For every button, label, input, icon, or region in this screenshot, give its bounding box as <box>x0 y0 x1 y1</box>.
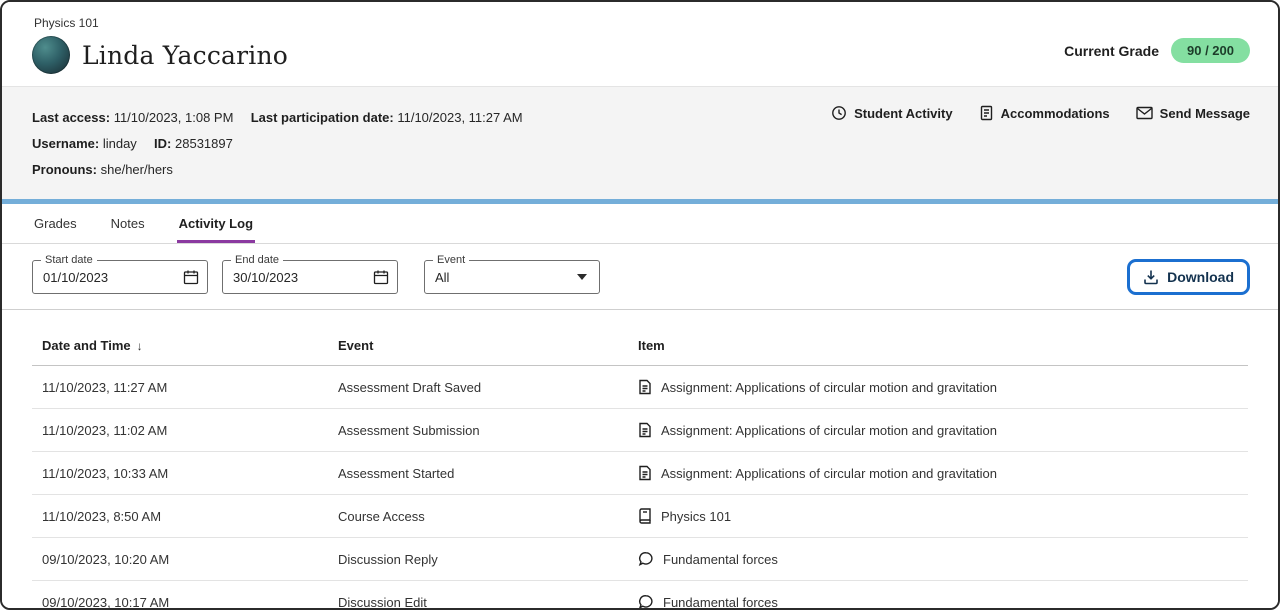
last-participation-value: 11/10/2023, 11:27 AM <box>397 110 522 125</box>
tab-notes[interactable]: Notes <box>109 204 147 243</box>
sort-descending-icon: ↓ <box>137 339 143 353</box>
calendar-icon[interactable] <box>183 269 199 285</box>
tab-grades[interactable]: Grades <box>32 204 79 243</box>
assignment-icon <box>638 422 652 438</box>
row-date: 09/10/2023, 10:17 AM <box>32 581 328 610</box>
event-filter-select[interactable]: Event All <box>424 260 600 294</box>
id-label: ID: <box>154 136 171 151</box>
table-row: 11/10/2023, 8:50 AM Course Access Physic… <box>32 495 1248 538</box>
end-date-input[interactable] <box>233 270 367 285</box>
last-participation-label: Last participation date: <box>251 110 394 125</box>
row-item: Assignment: Applications of circular mot… <box>661 380 997 395</box>
tab-bar: Grades Notes Activity Log <box>2 204 1278 244</box>
calendar-icon[interactable] <box>373 269 389 285</box>
table-row: 11/10/2023, 10:33 AM Assessment Started … <box>32 452 1248 495</box>
clock-history-icon <box>831 105 847 121</box>
row-event: Assessment Submission <box>328 409 628 452</box>
table-row: 09/10/2023, 10:17 AM Discussion Edit Fun… <box>32 581 1248 610</box>
envelope-icon <box>1136 106 1153 120</box>
row-date: 11/10/2023, 10:33 AM <box>32 452 328 495</box>
event-filter-value: All <box>435 270 449 285</box>
download-label: Download <box>1167 269 1234 285</box>
last-access-label: Last access: <box>32 110 110 125</box>
row-event: Assessment Started <box>328 452 628 495</box>
start-date-field[interactable]: Start date <box>32 260 208 294</box>
end-date-field[interactable]: End date <box>222 260 398 294</box>
table-header-row: Date and Time↓ Event Item <box>32 328 1248 366</box>
info-line-pronouns: Pronouns: she/her/hers <box>32 157 1248 183</box>
column-header-event: Event <box>328 328 628 366</box>
accommodations-label: Accommodations <box>1001 106 1110 121</box>
pronouns-value: she/her/hers <box>101 162 173 177</box>
column-header-date[interactable]: Date and Time↓ <box>32 328 328 366</box>
activity-log-table: Date and Time↓ Event Item 11/10/2023, 11… <box>2 310 1278 610</box>
discussion-icon <box>638 594 654 610</box>
app-window: Physics 101 Linda Yaccarino Current Grad… <box>0 0 1280 610</box>
row-item: Fundamental forces <box>663 552 778 567</box>
row-date: 11/10/2023, 11:27 AM <box>32 366 328 409</box>
book-icon <box>638 508 652 524</box>
table-row: 11/10/2023, 11:27 AM Assessment Draft Sa… <box>32 366 1248 409</box>
row-item: Fundamental forces <box>663 595 778 610</box>
discussion-icon <box>638 551 654 567</box>
table-row: 09/10/2023, 10:20 AM Discussion Reply Fu… <box>32 538 1248 581</box>
start-date-label: Start date <box>41 254 97 266</box>
start-date-input[interactable] <box>43 270 177 285</box>
row-date: 09/10/2023, 10:20 AM <box>32 538 328 581</box>
row-event: Discussion Reply <box>328 538 628 581</box>
chevron-down-icon <box>577 274 587 280</box>
accommodations-document-icon <box>979 105 994 121</box>
username-value: linday <box>103 136 137 151</box>
id-value: 28531897 <box>175 136 233 151</box>
row-item: Assignment: Applications of circular mot… <box>661 423 997 438</box>
table-row: 11/10/2023, 11:02 AM Assessment Submissi… <box>32 409 1248 452</box>
row-item: Assignment: Applications of circular mot… <box>661 466 997 481</box>
event-filter-label: Event <box>433 254 469 266</box>
filter-bar: Start date End date Event All <box>2 244 1278 310</box>
tab-activity-log[interactable]: Activity Log <box>177 204 255 243</box>
student-header: Physics 101 Linda Yaccarino Current Grad… <box>2 2 1278 86</box>
row-event: Discussion Edit <box>328 581 628 610</box>
row-date: 11/10/2023, 11:02 AM <box>32 409 328 452</box>
row-date: 11/10/2023, 8:50 AM <box>32 495 328 538</box>
assignment-icon <box>638 379 652 395</box>
pronouns-label: Pronouns: <box>32 162 97 177</box>
column-header-item: Item <box>628 328 1248 366</box>
accommodations-button[interactable]: Accommodations <box>979 105 1110 121</box>
end-date-label: End date <box>231 254 283 266</box>
row-item: Physics 101 <box>661 509 731 524</box>
course-name: Physics 101 <box>34 16 1248 30</box>
download-icon <box>1143 269 1159 285</box>
row-event: Course Access <box>328 495 628 538</box>
assignment-icon <box>638 465 652 481</box>
page-title: Linda Yaccarino <box>82 41 288 70</box>
student-activity-button[interactable]: Student Activity <box>831 105 952 121</box>
row-event: Assessment Draft Saved <box>328 366 628 409</box>
send-message-button[interactable]: Send Message <box>1136 106 1250 121</box>
current-grade-label: Current Grade <box>1064 43 1159 59</box>
avatar <box>32 36 70 74</box>
send-message-label: Send Message <box>1160 106 1250 121</box>
student-activity-label: Student Activity <box>854 106 952 121</box>
username-label: Username: <box>32 136 99 151</box>
student-info-bar: Last access: 11/10/2023, 1:08 PM Last pa… <box>2 86 1278 199</box>
info-line-identity: Username: linday ID: 28531897 <box>32 131 1248 157</box>
current-grade-badge: 90 / 200 <box>1171 38 1250 63</box>
download-button[interactable]: Download <box>1131 263 1246 291</box>
download-highlight-ring: Download <box>1127 259 1250 295</box>
last-access-value: 11/10/2023, 1:08 PM <box>114 110 234 125</box>
